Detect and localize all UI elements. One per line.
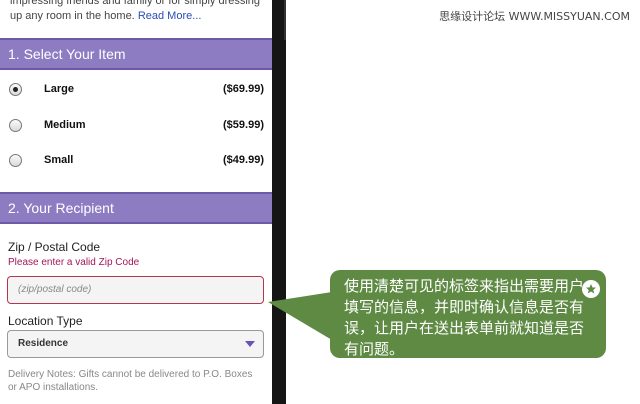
intro-text: impressing friends and family or for sim… <box>10 0 268 24</box>
delivery-note: Delivery Notes: Gifts cannot be delivere… <box>8 369 253 393</box>
radio-large[interactable] <box>9 82 22 96</box>
item-option-small[interactable]: Small ($49.99) <box>0 145 272 175</box>
zip-error-message: Please enter a valid Zip Code <box>8 257 140 268</box>
device-bezel <box>272 0 286 404</box>
location-type-label: Location Type <box>8 314 83 328</box>
read-more-link[interactable]: Read More... <box>138 10 202 22</box>
callout-text: 使用清楚可见的标签来指出需要用户填写的信息，并即时确认信息是否有误，让用户在送出… <box>344 277 585 358</box>
callout-pointer <box>268 292 332 340</box>
star-icon <box>582 280 600 298</box>
zip-input[interactable]: (zip/postal code) <box>7 276 264 304</box>
zip-label: Zip / Postal Code <box>8 240 101 254</box>
item-price-medium: ($59.99) <box>223 119 264 131</box>
intro-body: impressing friends and family or for sim… <box>10 0 261 22</box>
item-option-large[interactable]: Large ($69.99) <box>0 74 272 104</box>
item-price-small: ($49.99) <box>223 154 264 166</box>
section-recipient-header: 2. Your Recipient <box>0 192 272 224</box>
annotation-callout: 使用清楚可见的标签来指出需要用户填写的信息，并即时确认信息是否有误，让用户在送出… <box>330 270 606 358</box>
location-type-value: Residence <box>18 338 69 349</box>
item-label-large: Large <box>44 83 74 95</box>
chevron-down-icon <box>245 341 255 347</box>
item-price-large: ($69.99) <box>223 83 264 95</box>
radio-small[interactable] <box>9 153 22 167</box>
location-type-select[interactable]: Residence <box>7 330 264 358</box>
section-select-item-header: 1. Select Your Item <box>0 38 272 70</box>
mobile-form-screen: impressing friends and family or for sim… <box>0 0 272 404</box>
watermark: 思缘设计论坛 WWW.MISSYUAN.COM <box>439 10 630 23</box>
item-label-medium: Medium <box>44 119 86 131</box>
scroll-indicator <box>284 0 286 40</box>
item-option-medium[interactable]: Medium ($59.99) <box>0 110 272 140</box>
item-label-small: Small <box>44 154 74 166</box>
radio-medium[interactable] <box>9 118 22 132</box>
